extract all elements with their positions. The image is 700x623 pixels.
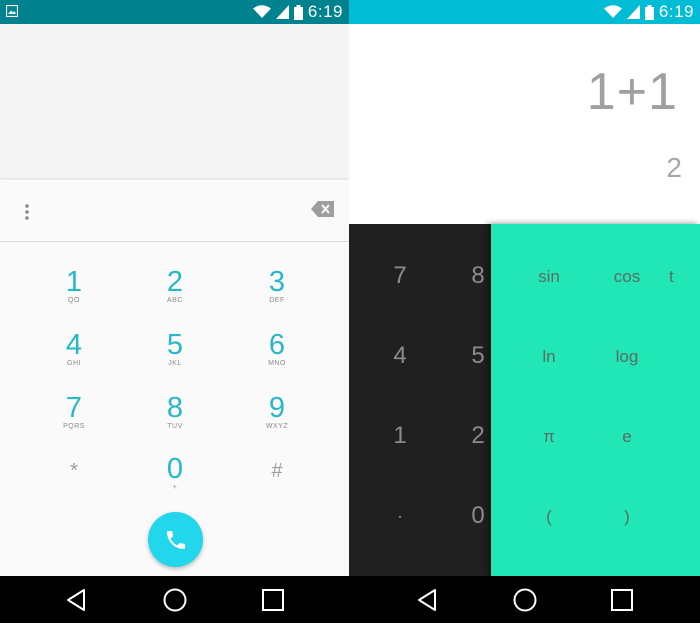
key-letters: GHI (67, 360, 81, 367)
back-icon[interactable] (415, 588, 439, 612)
key-digit: 3 (268, 266, 286, 298)
key-letters: PQRS (63, 423, 85, 430)
recents-icon[interactable] (261, 588, 285, 612)
calc-key-decimal[interactable]: . (375, 502, 425, 523)
key-digit: 4 (65, 329, 83, 361)
wifi-icon (603, 5, 622, 18)
numeric-pad: 7 8 4 5 1 2 . 0 (349, 224, 491, 576)
key-digit: 5 (166, 329, 184, 361)
calc-key-sin[interactable]: sin (519, 267, 579, 287)
dial-key-3[interactable]: 3 DEF (232, 267, 322, 325)
key-digit: 7 (65, 392, 83, 424)
signal-icon (626, 5, 640, 19)
key-digit: 6 (268, 329, 286, 361)
key-letters: TUV (167, 423, 183, 430)
calc-key-close-paren[interactable]: ) (597, 507, 657, 527)
key-letters: ABC (167, 297, 183, 304)
calc-key-tan[interactable]: t (669, 267, 700, 287)
key-letters: DEF (269, 297, 285, 304)
dial-key-star[interactable]: * (29, 454, 119, 512)
gallery-notification-icon (6, 5, 18, 17)
navigation-bar (349, 576, 700, 623)
clock: 6:19 (658, 2, 694, 21)
call-log-area (0, 24, 349, 179)
home-icon[interactable] (163, 588, 187, 612)
wifi-icon (252, 5, 271, 18)
key-letters: + (172, 484, 178, 491)
battery-icon (293, 4, 303, 20)
calculator-display: 1+1 2 (349, 24, 700, 224)
key-letters: JKL (168, 360, 182, 367)
advanced-panel: sin cos t ln log π e ( ) (491, 224, 700, 576)
calc-key-4[interactable]: 4 (375, 342, 425, 370)
formula-text: 1+1 (586, 63, 678, 121)
calc-key-pi[interactable]: π (519, 427, 579, 447)
result-text: 2 (666, 152, 682, 183)
dial-key-5[interactable]: 5 JKL (130, 330, 220, 388)
dialer-screen: 6:19 1 QO 2 ABC 3 DEF 4 GHI 5 JKL 6 MNO 7 PQRS … (0, 0, 349, 623)
overflow-menu-icon[interactable] (20, 202, 34, 222)
dial-key-9[interactable]: 9 WXYZ (232, 393, 322, 451)
key-digit: 9 (268, 392, 286, 424)
calc-key-log[interactable]: log (597, 347, 657, 367)
key-digit: 8 (166, 392, 184, 424)
dial-key-7[interactable]: 7 PQRS (29, 393, 119, 451)
key-letters: WXYZ (265, 423, 289, 430)
dial-key-2[interactable]: 2 ABC (130, 267, 220, 325)
calc-key-cos[interactable]: cos (597, 267, 657, 287)
dial-number-field[interactable] (0, 180, 349, 242)
recents-icon[interactable] (610, 588, 634, 612)
dial-key-6[interactable]: 6 MNO (232, 330, 322, 388)
calc-key-7[interactable]: 7 (375, 262, 425, 290)
signal-icon (275, 5, 289, 19)
status-bar: 6:19 (0, 0, 349, 24)
dial-key-0[interactable]: 0 + (130, 454, 220, 512)
calc-key-e[interactable]: e (597, 427, 657, 447)
navigation-bar (0, 576, 349, 623)
calc-key-1[interactable]: 1 (375, 422, 425, 450)
key-letters: QO (68, 297, 80, 304)
calculator-screen: 6:19 1+1 2 7 8 4 5 1 2 . 0 sin cos t ln … (349, 0, 700, 623)
dial-key-8[interactable]: 8 TUV (130, 393, 220, 451)
home-icon[interactable] (513, 588, 537, 612)
status-bar: 6:19 (349, 0, 700, 24)
key-digit: * (70, 460, 78, 482)
calc-key-ln[interactable]: ln (519, 347, 579, 367)
key-digit: 0 (166, 453, 184, 485)
key-digit: 1 (65, 266, 83, 298)
phone-icon (166, 530, 185, 549)
key-digit: # (271, 460, 283, 482)
dial-key-4[interactable]: 4 GHI (29, 330, 119, 388)
dial-key-1[interactable]: 1 QO (29, 267, 119, 325)
key-digit: 2 (166, 266, 184, 298)
key-letters: MNO (268, 360, 286, 367)
battery-icon (644, 4, 654, 20)
dial-pad: 1 QO 2 ABC 3 DEF 4 GHI 5 JKL 6 MNO 7 PQRS 8 TUV … (0, 242, 349, 542)
dial-key-hash[interactable]: # (232, 454, 322, 512)
call-button[interactable] (148, 512, 203, 567)
backspace-icon[interactable] (311, 200, 335, 218)
clock: 6:19 (307, 2, 343, 21)
back-icon[interactable] (64, 588, 88, 612)
calc-key-open-paren[interactable]: ( (519, 507, 579, 527)
